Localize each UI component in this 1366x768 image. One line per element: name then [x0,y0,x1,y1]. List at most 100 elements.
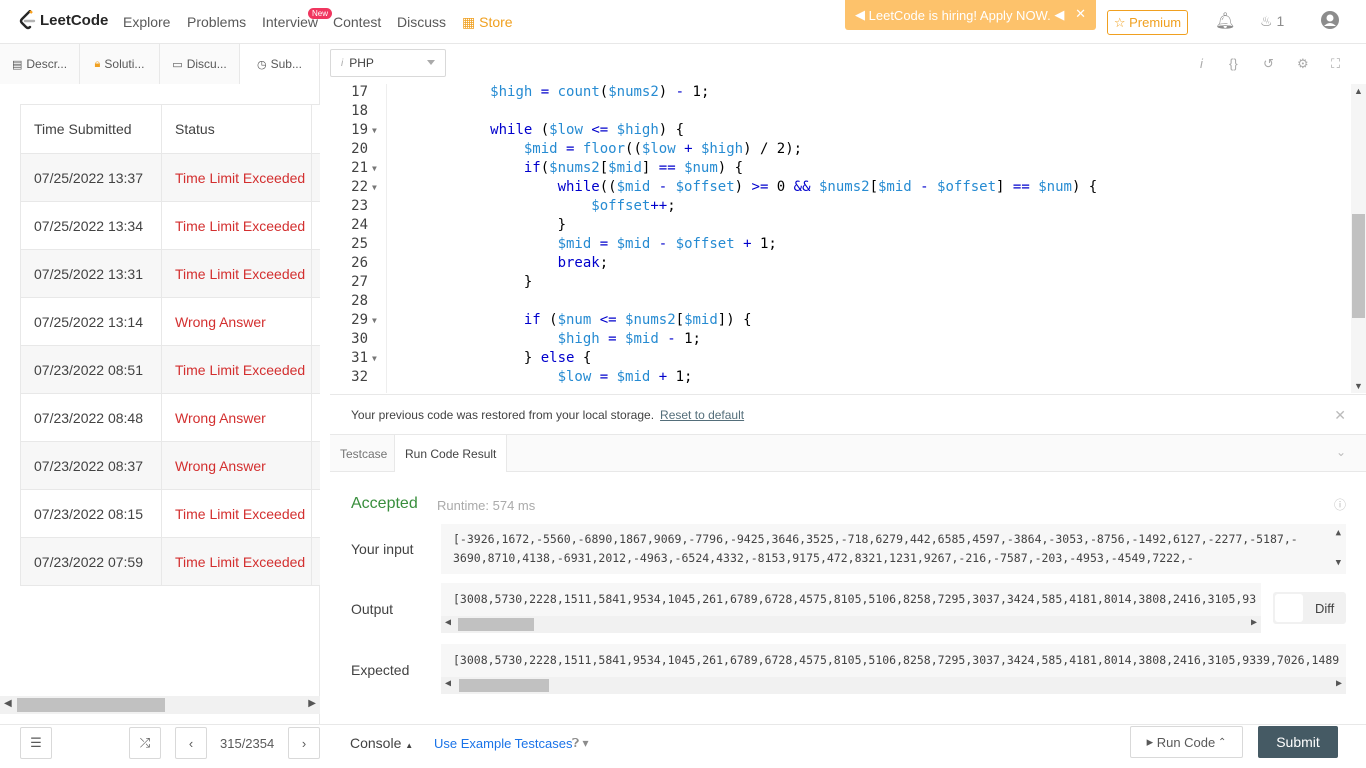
scroll-left-icon[interactable]: ◀ [445,678,451,689]
scroll-thumb[interactable] [1352,214,1365,318]
code-line[interactable]: 23 $offset++; [332,197,1351,216]
output-box[interactable]: [3008,5730,2228,1511,5841,9534,1045,261,… [441,583,1261,633]
code-line[interactable]: 21 ▼ if($nums2[$mid] == $num) { [332,159,1351,178]
expected-box[interactable]: [3008,5730,2228,1511,5841,9534,1045,261,… [441,644,1346,694]
code-line[interactable]: 22 ▼ while(($mid - $offset) >= 0 && $nums… [332,178,1351,197]
help-icon[interactable]: ⓘ [1334,496,1346,513]
code-line[interactable]: 31 ▼ } else { [332,349,1351,368]
submission-status[interactable]: Wrong Answer [162,298,312,345]
reset-icon[interactable]: ↺ [1263,56,1274,72]
table-row[interactable]: 07/23/2022 08:51 Time Limit Exceeded [21,346,320,394]
fold-arrow-icon[interactable]: ▼ [372,159,377,178]
prev-button[interactable]: ‹ [175,727,207,759]
chevron-up-icon[interactable]: ▲ [1354,86,1363,96]
code-line[interactable]: 25 $mid = $mid - $offset + 1; [332,235,1351,254]
code-line[interactable]: 17 $high = count($nums2) - 1; [332,84,1351,102]
fold-arrow-icon[interactable]: ▼ [372,178,377,197]
scroll-left-icon[interactable]: ◀ [4,698,12,709]
expected-scrollbar[interactable]: ◀ ▶ [441,677,1346,694]
shuffle-button[interactable]: ⤮ [129,727,161,759]
code-line[interactable]: 32 $low = $mid + 1; [332,368,1351,387]
scroll-thumb[interactable] [458,618,534,631]
flame-icon[interactable]: ♨ 1 [1260,13,1284,30]
submission-status[interactable]: Time Limit Exceeded [162,154,312,201]
code-line[interactable]: 20 $mid = floor(($low + $high) / 2); [332,140,1351,159]
code-line[interactable]: 29 ▼ if ($num <= $nums2[$mid]) { [332,311,1351,330]
table-row[interactable]: 07/25/2022 13:31 Time Limit Exceeded [21,250,320,298]
console-button[interactable]: Console ▲ [350,735,413,751]
code-line[interactable]: 26 break; [332,254,1351,273]
logo[interactable]: LeetCode [18,9,108,30]
table-row[interactable]: 07/25/2022 13:14 Wrong Answer [21,298,320,346]
submission-status[interactable]: Time Limit Exceeded [162,490,312,537]
nav-explore[interactable]: Explore [123,14,170,30]
table-row[interactable]: 07/23/2022 08:48 Wrong Answer [21,394,320,442]
submission-status[interactable]: Wrong Answer [162,442,312,489]
chevron-down-icon[interactable]: ⌄ [1336,445,1346,459]
tab-description[interactable]: ▤ Descr... [0,44,80,84]
submission-status[interactable]: Time Limit Exceeded [162,346,312,393]
scroll-right-icon[interactable]: ▶ [1251,617,1257,628]
reset-to-default-link[interactable]: Reset to default [660,408,744,422]
scroll-right-icon[interactable]: ▶ [1336,678,1342,689]
braces-icon[interactable]: {} [1229,56,1238,71]
toggle-switch[interactable] [1275,594,1303,622]
use-example-testcases-link[interactable]: Use Example Testcases [434,736,573,751]
scroll-right-icon[interactable]: ▶ [308,698,316,709]
fold-arrow-icon[interactable]: ▼ [372,121,377,140]
tab-solution[interactable]: 🔒︎ Soluti... [80,44,160,84]
table-row[interactable]: 07/23/2022 08:15 Time Limit Exceeded [21,490,320,538]
chevron-down-icon[interactable]: ▼ [1354,381,1363,391]
fold-arrow-icon[interactable]: ▼ [372,349,377,368]
output-scrollbar[interactable]: ◀ ▶ [441,616,1261,633]
table-row[interactable]: 07/23/2022 08:37 Wrong Answer [21,442,320,490]
problem-list-button[interactable]: ☰ [20,727,52,759]
editor-scrollbar[interactable]: ▲ ▼ [1351,84,1366,393]
nav-discuss[interactable]: Discuss [397,14,446,30]
tab-testcase[interactable]: Testcase [330,435,397,472]
close-icon[interactable]: ✕ [1334,407,1346,424]
code-line[interactable]: 30 $high = $mid - 1; [332,330,1351,349]
scroll-left-icon[interactable]: ◀ [445,617,451,628]
left-scrollbar[interactable]: ◀ ▶ [0,696,320,714]
fold-arrow-icon[interactable]: ▼ [372,311,377,330]
info-icon[interactable]: i [1200,56,1203,71]
diff-toggle[interactable]: Diff [1273,592,1346,624]
code-line[interactable]: 18 [332,102,1351,121]
submission-status[interactable]: Time Limit Exceeded [162,538,312,585]
submission-status[interactable]: Time Limit Exceeded [162,202,312,249]
run-code-button[interactable]: ▸ Run Code ⌃ [1130,726,1243,758]
gear-icon[interactable]: ⚙ [1297,56,1309,72]
submission-status[interactable]: Wrong Answer [162,394,312,441]
nav-contest[interactable]: Contest [333,14,381,30]
code-line[interactable]: 24 } [332,216,1351,235]
code-line[interactable]: 28 [332,292,1351,311]
tab-submissions[interactable]: ◷ Sub... [240,44,320,84]
scroll-thumb[interactable] [459,679,549,692]
help-icon[interactable]: ❓︎ ▾ [572,736,589,751]
code-line[interactable]: 27 } [332,273,1351,292]
premium-button[interactable]: ☆ Premium [1107,10,1188,35]
nav-problems[interactable]: Problems [187,14,246,30]
code-line[interactable]: 19 ▼ while ($low <= $high) { [332,121,1351,140]
code-editor[interactable]: 17 $high = count($nums2) - 1; 18 19 ▼ while… [332,84,1351,393]
submit-button[interactable]: Submit [1258,726,1338,758]
fullscreen-icon[interactable]: ⛶ [1331,56,1340,72]
table-row[interactable]: 07/25/2022 13:37 Time Limit Exceeded [21,154,320,202]
hiring-banner[interactable]: ◀ LeetCode is hiring! Apply NOW. ◀ ✕ [845,0,1096,30]
scroll-thumb[interactable] [17,698,165,712]
language-select[interactable]: i PHP [330,49,446,77]
chevron-down-icon[interactable]: ▼ [1336,558,1341,568]
chevron-up-icon[interactable]: ▲ [1336,528,1341,538]
avatar[interactable] [1320,10,1340,35]
input-box[interactable]: [-3926,1672,-5560,-6890,1867,9069,-7796,… [441,524,1346,574]
table-row[interactable]: 07/25/2022 13:34 Time Limit Exceeded [21,202,320,250]
close-icon[interactable]: ✕ [1075,6,1086,22]
tab-discuss[interactable]: ▭ Discu... [160,44,240,84]
submission-status[interactable]: Time Limit Exceeded [162,250,312,297]
tab-run-code-result[interactable]: Run Code Result [394,435,508,472]
table-row[interactable]: 07/23/2022 07:59 Time Limit Exceeded [21,538,320,586]
next-button[interactable]: › [288,727,320,759]
bell-icon[interactable]: 🔔︎ [1215,11,1235,31]
nav-store[interactable]: ▦ Store [462,14,513,31]
